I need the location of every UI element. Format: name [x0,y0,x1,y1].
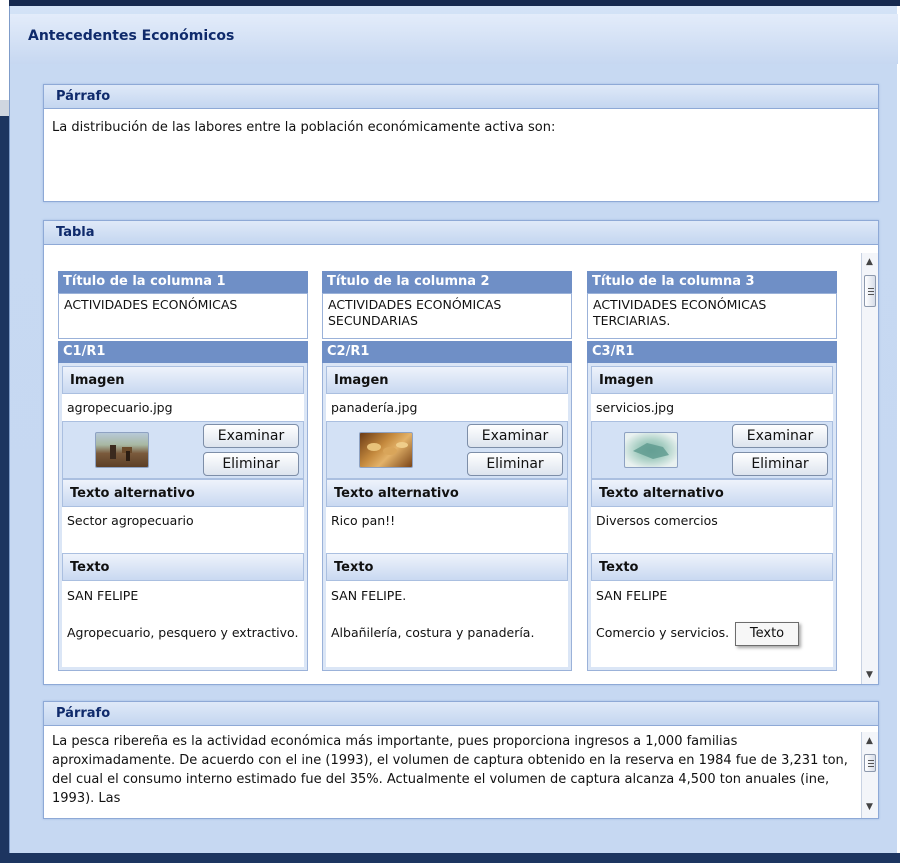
scroll-down-icon[interactable]: ▼ [866,802,873,812]
image-section-label: Imagen [591,366,833,394]
alt-text-input[interactable]: Sector agropecuario [62,507,304,553]
delete-button[interactable]: Eliminar [203,452,299,476]
cell-label: C1/R1 [58,341,308,363]
paragraph-scrollbar[interactable]: ▲ ▼ [861,732,878,818]
paragraph-text[interactable]: La pesca ribereña es la actividad económ… [44,726,878,818]
background-strip [0,0,9,100]
table-header: Tabla [44,221,878,245]
scrollbar-thumb[interactable] [864,275,876,307]
cell-editor: Imagen agropecuario.jpg Examinar Elimina… [58,363,308,671]
paragraph-header: Párrafo [44,85,878,109]
browse-button[interactable]: Examinar [203,424,299,448]
cell-label: C3/R1 [587,341,837,363]
background-strip-mid [0,100,9,116]
column-title-label: Título de la columna 1 [58,271,308,293]
agriculture-photo-icon [95,432,149,468]
image-row: Examinar Eliminar [591,421,833,479]
column-title-input[interactable]: ACTIVIDADES ECONÓMICAS TERCIARIAS. [587,293,837,339]
text-label: Texto [591,553,833,581]
text-label: Texto [326,553,568,581]
delete-button[interactable]: Eliminar [732,452,828,476]
table-column-2: Título de la columna 2 ACTIVIDADES ECONÓ… [322,271,572,671]
text-line-1: SAN FELIPE [596,588,668,603]
scroll-down-icon[interactable]: ▼ [866,670,873,680]
text-input[interactable]: SAN FELIPE. Albañilería, costura y panad… [326,581,568,667]
browse-button[interactable]: Examinar [467,424,563,448]
image-row: Examinar Eliminar [326,421,568,479]
image-filename: panadería.jpg [326,394,568,421]
image-filename: agropecuario.jpg [62,394,304,421]
cell-editor: Imagen servicios.jpg Examinar Eliminar T… [587,363,837,671]
window-title: Antecedentes Económicos [28,28,235,44]
table-column-3: Título de la columna 3 ACTIVIDADES ECONÓ… [587,271,837,671]
paragraph-header: Párrafo [44,702,878,726]
column-title-input[interactable]: ACTIVIDADES ECONÓMICAS SECUNDARIAS [322,293,572,339]
editor-window: Antecedentes Económicos Párrafo La distr… [9,6,898,853]
tooltip: Texto [735,622,799,646]
image-section-label: Imagen [326,366,568,394]
alt-text-input[interactable]: Diversos comercios [591,507,833,553]
column-title-label: Título de la columna 2 [322,271,572,293]
alt-text-label: Texto alternativo [591,479,833,507]
alt-text-label: Texto alternativo [62,479,304,507]
bottom-border [0,853,900,863]
alt-text-label: Texto alternativo [326,479,568,507]
image-filename: servicios.jpg [591,394,833,421]
text-line-1: SAN FELIPE. [331,588,407,603]
paragraph-panel-2: Párrafo La pesca ribereña es la activida… [43,701,879,819]
column-title-input[interactable]: ACTIVIDADES ECONÓMICAS [58,293,308,339]
text-line-2: Albañilería, costura y panadería. [331,625,535,640]
scroll-up-icon[interactable]: ▲ [866,257,873,267]
text-input[interactable]: SAN FELIPE Agropecuario, pesquero y extr… [62,581,304,667]
scroll-up-icon[interactable]: ▲ [866,736,873,746]
cell-label: C2/R1 [322,341,572,363]
paragraph-text[interactable]: La distribución de las labores entre la … [44,109,878,147]
table-scrollbar[interactable]: ▲ ▼ [861,253,878,684]
bread-photo-icon [359,432,413,468]
left-border [0,116,9,863]
table-panel: Tabla Título de la columna 1 ACTIVIDADES… [43,220,879,685]
text-line-1: SAN FELIPE [67,588,139,603]
services-photo-icon [624,432,678,468]
delete-button[interactable]: Eliminar [467,452,563,476]
cell-editor: Imagen panadería.jpg Examinar Eliminar T… [322,363,572,671]
image-row: Examinar Eliminar [62,421,304,479]
column-title-label: Título de la columna 3 [587,271,837,293]
browse-button[interactable]: Examinar [732,424,828,448]
table-column-1: Título de la columna 1 ACTIVIDADES ECONÓ… [58,271,308,671]
text-line-2: Agropecuario, pesquero y extractivo. [67,625,299,640]
alt-text-input[interactable]: Rico pan!! [326,507,568,553]
scrollbar-thumb[interactable] [864,754,876,772]
image-section-label: Imagen [62,366,304,394]
paragraph-panel-1: Párrafo La distribución de las labores e… [43,84,879,202]
text-label: Texto [62,553,304,581]
